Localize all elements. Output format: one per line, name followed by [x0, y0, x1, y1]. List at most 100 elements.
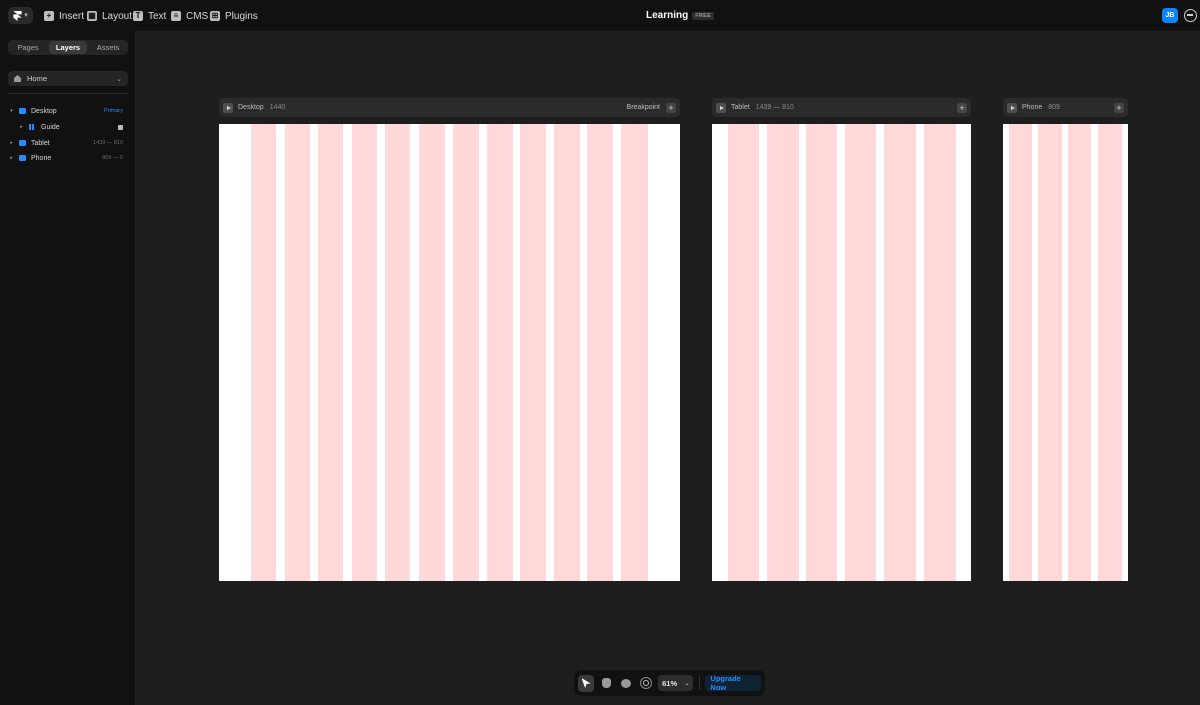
- text-button[interactable]: T Text: [133, 9, 166, 23]
- layer-tablet[interactable]: ▸ Tablet 1439 — 810: [8, 136, 128, 150]
- breakpoint-frame-icon: [19, 155, 26, 161]
- hand-icon: [601, 678, 611, 688]
- guide-column: [587, 124, 613, 581]
- text-label: Text: [148, 10, 167, 22]
- layout-icon: ▦: [87, 11, 97, 21]
- tab-assets[interactable]: Assets: [89, 41, 127, 54]
- guide-column: [419, 124, 445, 581]
- home-icon: [14, 75, 21, 82]
- framer-logo-icon: [13, 10, 22, 21]
- guide-column: [884, 124, 916, 581]
- upgrade-now-button[interactable]: Upgrade Now: [705, 674, 761, 692]
- tab-pages[interactable]: Pages: [9, 41, 47, 54]
- guide-column: [1038, 124, 1062, 581]
- add-breakpoint-label[interactable]: Breakpoint: [627, 104, 660, 111]
- phone-frame[interactable]: [1003, 124, 1128, 581]
- breakpoint-header-desktop[interactable]: Desktop 1440 Breakpoint +: [219, 98, 680, 117]
- guide-column: [806, 124, 837, 581]
- breakpoint-name: Desktop: [238, 104, 264, 111]
- guide-column: [285, 124, 310, 581]
- sun-icon: [643, 680, 650, 686]
- guide-column: [385, 124, 410, 581]
- breakpoint-frame-icon: [19, 108, 26, 114]
- breakpoint-size: 1439 — 810: [755, 104, 794, 111]
- publish-globe-icon[interactable]: [1184, 9, 1197, 22]
- framer-menu-button[interactable]: ▾: [8, 7, 33, 24]
- guide-column: [924, 124, 956, 581]
- zoom-value: 61%: [662, 678, 678, 688]
- cms-label: CMS: [186, 10, 209, 22]
- layer-guide[interactable]: ▸ Guide: [8, 120, 128, 134]
- breakpoint-header-phone[interactable]: Phone 809 +: [1003, 98, 1128, 117]
- toolbar-divider: [699, 676, 701, 690]
- theme-toggle-button[interactable]: [638, 675, 654, 692]
- chevron-down-icon: ▾: [24, 12, 28, 19]
- guide-column: [845, 124, 876, 581]
- text-icon: T: [133, 11, 143, 21]
- breakpoint-name: Phone: [1022, 104, 1043, 111]
- guide-column: [1098, 124, 1122, 581]
- top-bar: ▾ + Insert ▦ Layout T Text ≡ CMS ⊞ Plugi…: [0, 0, 1200, 31]
- cursor-arrow-icon: [581, 678, 591, 688]
- preview-play-icon[interactable]: [1007, 102, 1017, 113]
- add-breakpoint-button[interactable]: +: [957, 102, 967, 113]
- guide-column: [453, 124, 479, 581]
- zoom-select[interactable]: 61% ⌄: [658, 675, 694, 691]
- layer-label: Desktop: [31, 107, 57, 115]
- layer-meta-range: 809 — 0: [102, 155, 123, 161]
- insert-button[interactable]: + Insert: [44, 9, 84, 23]
- project-title[interactable]: Learning FREE: [646, 10, 715, 21]
- plugins-button[interactable]: ⊞ Plugins: [210, 9, 258, 23]
- layer-meta-range: 1439 — 810: [93, 140, 123, 146]
- bottom-toolbar: 61% ⌄ Upgrade Now: [574, 670, 765, 696]
- breakpoint-size: 809: [1048, 104, 1060, 111]
- layer-label: Phone: [31, 154, 52, 162]
- guide-column: [1068, 124, 1091, 581]
- page-select-value: Home: [27, 74, 48, 83]
- preview-play-icon[interactable]: [223, 102, 233, 113]
- guide-column: [621, 124, 648, 581]
- collapse-caret-icon[interactable]: ▸: [8, 155, 15, 161]
- grid-icon: ⊞: [210, 11, 220, 21]
- desktop-frame[interactable]: [219, 124, 680, 581]
- chevron-down-icon: ⌄: [684, 680, 690, 687]
- sidebar-tabs: Pages Layers Assets: [8, 40, 128, 55]
- project-name: Learning: [646, 10, 689, 21]
- add-breakpoint-button[interactable]: +: [666, 102, 676, 113]
- layer-desktop[interactable]: ▾ Desktop Primary: [8, 104, 128, 118]
- lock-icon[interactable]: [118, 124, 123, 130]
- breakpoint-header-tablet[interactable]: Tablet 1439 — 810 +: [712, 98, 971, 117]
- guide-column: [1009, 124, 1032, 581]
- plan-badge: FREE: [692, 11, 715, 20]
- add-breakpoint-button[interactable]: +: [1114, 102, 1124, 113]
- preview-play-icon[interactable]: [716, 102, 726, 113]
- layout-label: Layout: [102, 10, 133, 22]
- tab-layers[interactable]: Layers: [49, 41, 87, 54]
- layout-button[interactable]: ▦ Layout: [87, 9, 132, 23]
- guide-columns-icon: [29, 124, 36, 130]
- guide-column: [728, 124, 759, 581]
- avatar[interactable]: JB: [1162, 8, 1178, 23]
- collapse-caret-icon[interactable]: ▸: [18, 124, 25, 130]
- guide-column: [767, 124, 799, 581]
- breakpoint-frame-icon: [19, 140, 26, 146]
- page-select[interactable]: Home ⌄: [8, 71, 128, 86]
- collapse-caret-icon[interactable]: ▸: [8, 140, 15, 146]
- breakpoint-size: 1440: [269, 104, 286, 111]
- guide-column: [352, 124, 377, 581]
- cms-button[interactable]: ≡ CMS: [171, 9, 208, 23]
- layer-phone[interactable]: ▸ Phone 809 — 0: [8, 151, 128, 165]
- hand-tool-button[interactable]: [598, 675, 614, 692]
- plugins-label: Plugins: [225, 10, 258, 22]
- sidebar-divider: [8, 93, 128, 94]
- expand-caret-icon[interactable]: ▾: [8, 108, 15, 114]
- layer-meta-primary: Primary: [104, 108, 123, 114]
- breakpoint-name: Tablet: [731, 104, 750, 111]
- guide-column: [520, 124, 546, 581]
- comment-tool-button[interactable]: [618, 675, 634, 692]
- layer-label: Tablet: [31, 139, 50, 147]
- chevron-down-icon: ⌄: [116, 75, 122, 83]
- database-icon: ≡: [171, 11, 181, 21]
- select-tool-button[interactable]: [578, 674, 595, 692]
- tablet-frame[interactable]: [712, 124, 971, 581]
